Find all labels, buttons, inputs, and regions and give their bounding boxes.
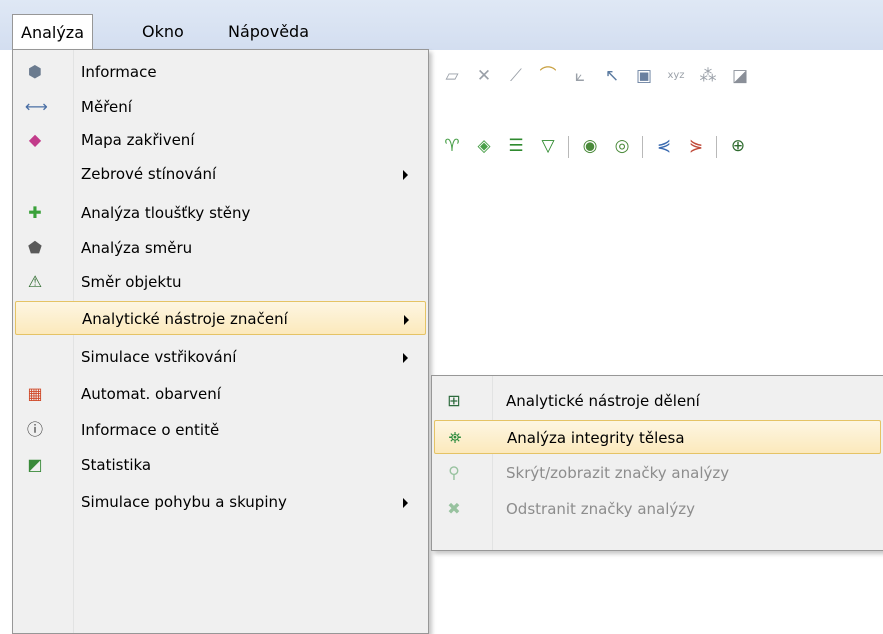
- shade-icon[interactable]: ◪: [730, 66, 750, 86]
- menu-item-mapa-zakriveni[interactable]: ◆ Mapa zakřivení: [15, 123, 426, 157]
- analyticke-nastroje-submenu: ⊞ Analytické nástroje dělení ⛯ Analýza inte…: [431, 375, 883, 551]
- menu-item-label: Analytické nástroje značení: [82, 310, 288, 328]
- menu-item-label: Měření: [81, 98, 132, 116]
- statistics-icon: ◩: [27, 455, 43, 474]
- menu-bar: Analýza Okno Nápověda: [0, 0, 883, 50]
- menu-item-label: Automat. obarvení: [81, 385, 221, 403]
- pointer-icon[interactable]: ↖: [602, 66, 622, 86]
- curve-icon[interactable]: ⌒: [538, 66, 558, 86]
- menu-item-informace-o-entite[interactable]: ⓘ Informace o entitě: [15, 413, 426, 447]
- menu-item-label: Simulace pohybu a skupiny: [81, 493, 287, 511]
- menu-item-analyza-smeru[interactable]: ⬟ Analýza směru: [15, 231, 426, 265]
- wall-thickness-icon: ✚: [28, 203, 42, 222]
- fit-icon[interactable]: ⊕: [728, 136, 748, 156]
- submenu-item-odstranit-znacky-analyzy: ✖ Odstranit značky analýzy: [434, 492, 881, 526]
- menu-item-zebrove-stinovani[interactable]: Zebrové stínování: [15, 157, 426, 191]
- plane-icon[interactable]: ▱: [442, 66, 462, 86]
- cross-icon[interactable]: ✕: [474, 66, 494, 86]
- menu-item-label: Směr objektu: [81, 273, 182, 291]
- toolbar-separator: [568, 136, 569, 158]
- plane-cross-icon[interactable]: ⟋: [506, 66, 526, 86]
- body-integrity-icon: ⛯: [448, 428, 462, 447]
- auto-color-icon: ▦: [27, 384, 43, 403]
- menu-item-label: Analýza tloušťky stěny: [81, 204, 251, 222]
- menu-item-label: Simulace vstřikování: [81, 348, 237, 366]
- cup-icon[interactable]: ▽: [538, 136, 558, 156]
- toolbar-row-2: ♈ ◈ ☰ ▽ ◉ ◎ ⋞ ⋟ ⊕: [430, 126, 883, 166]
- shell-a-icon[interactable]: ◉: [580, 136, 600, 156]
- direction-analysis-icon: ⬟: [28, 238, 42, 257]
- xyz-icon[interactable]: xyz: [666, 66, 686, 86]
- menu-item-simulace-vstrikovani[interactable]: Simulace vstřikování: [15, 340, 426, 374]
- submenu-arrow-icon: [403, 170, 408, 180]
- curvature-map-icon: ◆: [28, 130, 42, 149]
- submenu-arrow-icon: [403, 353, 408, 363]
- shell-b-icon[interactable]: ◎: [612, 136, 632, 156]
- layers-icon[interactable]: ☰: [506, 136, 526, 156]
- menu-item-label: Statistika: [81, 456, 152, 474]
- branch-a-icon[interactable]: ⋞: [654, 136, 674, 156]
- menu-item-label: Mapa zakřivení: [81, 131, 195, 149]
- submenu-item-label: Skrýt/zobrazit značky analýzy: [506, 464, 730, 482]
- toolbar-separator: [642, 136, 643, 158]
- toolbar-row-1: ▱ ✕ ⟋ ⌒ ⟀ ↖ ▣ xyz ⁂ ◪: [430, 56, 883, 96]
- analyza-dropdown-menu: ⬢ Informace ⟷ Měření ◆ Mapa zakřivení Zebrové …: [12, 49, 429, 634]
- entity-info-icon: ⓘ: [26, 420, 43, 439]
- menu-item-label: Informace: [81, 63, 157, 81]
- funnel-icon[interactable]: ♈: [442, 136, 462, 156]
- submenu-arrow-icon: [403, 498, 408, 508]
- menu-analyza[interactable]: Analýza: [12, 14, 94, 50]
- frame-icon[interactable]: ▣: [634, 66, 654, 86]
- submenu-item-analyza-integrity-telesa[interactable]: ⛯ Analýza integrity tělesa: [434, 420, 881, 454]
- toolbar-separator: [716, 136, 717, 158]
- menu-okno[interactable]: Okno: [134, 14, 192, 50]
- ruler-icon: ⟷: [25, 97, 48, 116]
- axis-icon[interactable]: ⟀: [570, 66, 590, 86]
- menu-napoveda[interactable]: Nápověda: [220, 14, 317, 50]
- menu-item-statistika[interactable]: ◩ Statistika: [15, 448, 426, 482]
- split-tools-icon: ⊞: [447, 391, 461, 410]
- node-icon[interactable]: ⁂: [698, 66, 718, 86]
- menu-item-informace[interactable]: ⬢ Informace: [15, 55, 426, 89]
- menu-item-analyticke-nastroje-znaceni[interactable]: Analytické nástroje značení: [15, 301, 426, 335]
- menu-item-mereni[interactable]: ⟷ Měření: [15, 90, 426, 124]
- branch-b-icon[interactable]: ⋟: [686, 136, 706, 156]
- menu-item-smer-objektu[interactable]: ⚠ Směr objektu: [15, 265, 426, 299]
- submenu-arrow-icon: [404, 315, 409, 325]
- menu-item-label: Zebrové stínování: [81, 165, 217, 183]
- submenu-item-label: Analytické nástroje dělení: [506, 392, 700, 410]
- remove-marks-icon: ✖: [447, 499, 461, 518]
- surface-icon[interactable]: ◈: [474, 136, 494, 156]
- submenu-item-label: Analýza integrity tělesa: [507, 429, 685, 447]
- info-cube-icon: ⬢: [28, 62, 42, 81]
- menu-item-simulace-pohybu-a-skupiny[interactable]: Simulace pohybu a skupiny: [15, 485, 426, 519]
- menu-item-analyza-tloustky-steny[interactable]: ✚ Analýza tloušťky stěny: [15, 196, 426, 230]
- submenu-item-label: Odstranit značky analýzy: [506, 500, 696, 518]
- submenu-item-skryt-zobrazit-znacky-analyzy: ⚲ Skrýt/zobrazit značky analýzy: [434, 456, 881, 490]
- object-direction-icon: ⚠: [27, 272, 43, 291]
- menu-item-label: Analýza směru: [81, 239, 193, 257]
- menu-item-automat-obarveni[interactable]: ▦ Automat. obarvení: [15, 377, 426, 411]
- submenu-item-analyticke-nastroje-deleni[interactable]: ⊞ Analytické nástroje dělení: [434, 384, 881, 418]
- menu-item-label: Informace o entitě: [81, 421, 220, 439]
- toggle-marks-icon: ⚲: [448, 463, 460, 482]
